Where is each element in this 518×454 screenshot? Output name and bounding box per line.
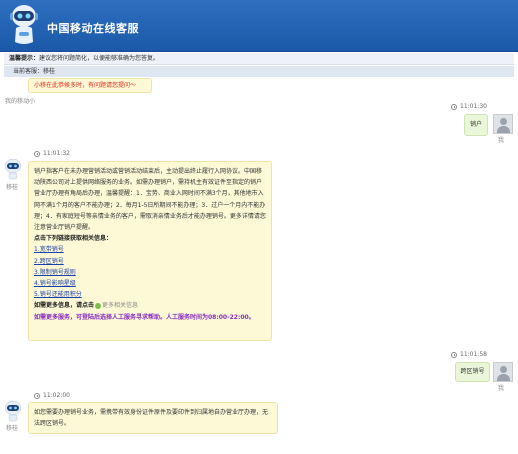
link-points-usage[interactable]: 5.销号还能用积分 [34, 289, 267, 300]
clock-icon [451, 103, 457, 110]
user-message: 销户 [464, 114, 488, 136]
message-paragraph: 销户指客户在未办理营销活动或营销活动结束后，主动提出终止履行入网协议。中国移动陕… [34, 168, 266, 232]
chat-header: 中国移动在线客服 [0, 0, 518, 52]
user-message: 跨区销号 [455, 362, 490, 382]
more-info-icon[interactable] [95, 302, 102, 309]
current-agent-bar: 当前客服：移桂 [4, 66, 514, 77]
chat-area[interactable]: 我的移动小 小移在此恭候多时，有问题请您提问～ 11:01:30 销户 我 11… [0, 78, 518, 454]
agent-name: 我的移动小 [5, 98, 36, 105]
user-avatar-icon [493, 362, 513, 382]
message-time: 11:01:58 [451, 351, 487, 358]
agent-message: 如您需要办理销号业务，需携带有效身份证件原件及要印件到归属地自办营业厅办理，无法… [28, 402, 278, 434]
agent-message: 小移在此恭候多时，有问题请您提问～ [28, 78, 152, 93]
link-star-impact[interactable]: 4.销号影响星级 [34, 278, 267, 289]
link-broadband-cancel[interactable]: 1.宽带销号 [34, 244, 267, 255]
message-time: 11:01:32 [34, 150, 70, 157]
notice-label: 温馨提示： [9, 55, 40, 62]
agent-message: 销户指客户在未办理营销活动或营销活动结束后，主动提出终止履行入网协议。中国移动陕… [28, 161, 272, 341]
agent-avatar-icon [4, 158, 22, 180]
user-name: 我 [498, 385, 505, 392]
user-name: 我 [498, 137, 505, 144]
agent-name: 移桂 [6, 184, 19, 191]
welcome-text: 小移在此恭候多时，有问题请您提问～ [34, 82, 137, 89]
notice-text: 建议您将问题简化，以便能够准确为您答复。 [39, 55, 160, 62]
service-note: 如需更多服务，可登陆后选择人工服务寻求帮助。人工服务时间为08:00-22:00… [34, 313, 255, 321]
agent-name: 移桂 [6, 425, 19, 432]
more-info-label: 如需更多信息，请点击 [34, 302, 95, 310]
clock-icon [451, 351, 457, 358]
user-avatar-icon [493, 114, 513, 134]
page-title: 中国移动在线客服 [47, 22, 139, 35]
clock-icon [34, 392, 40, 399]
message-time: 11:01:30 [451, 103, 487, 110]
link-cross-region-cancel[interactable]: 2.跨区销号 [34, 256, 267, 267]
link-cancel-rules[interactable]: 3.限制销号规则 [34, 267, 267, 278]
links-heading: 点击下列链接获取相关信息： [34, 235, 113, 243]
clock-icon [34, 150, 40, 157]
message-time: 11:02:00 [34, 392, 70, 399]
agent-avatar-icon [4, 400, 22, 422]
more-info-link[interactable]: 更多相关信息 [102, 302, 138, 309]
robot-avatar-icon [10, 5, 38, 44]
notice-bar: 温馨提示：建议您将问题简化，以便能够准确为您答复。 [4, 53, 514, 65]
